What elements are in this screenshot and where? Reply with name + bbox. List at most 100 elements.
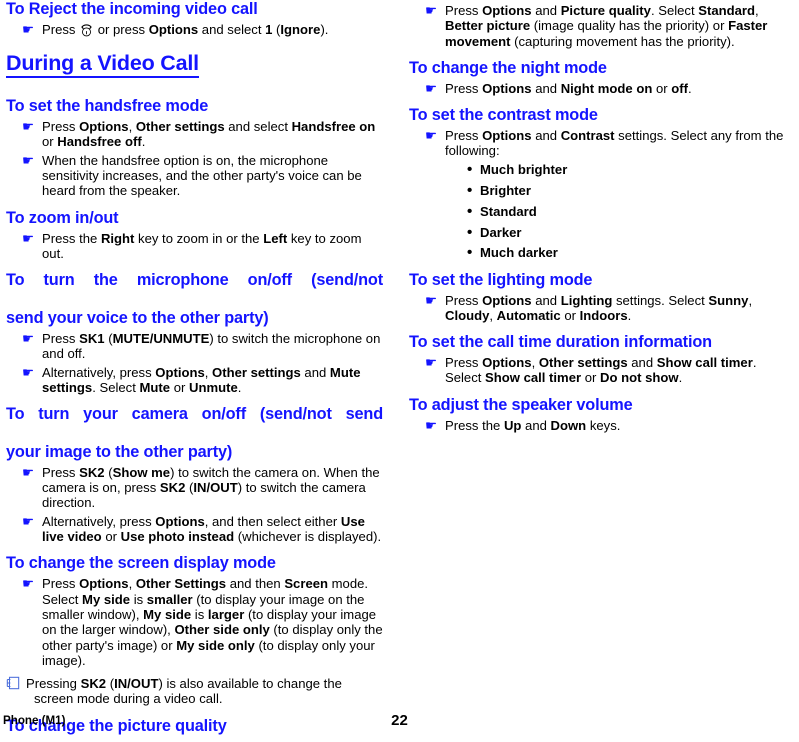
list-item: ☛ Alternatively, press Options, Other se…	[6, 365, 383, 396]
steps-night-mode: ☛ Press Options and Night mode on or off…	[409, 80, 787, 97]
step-text: Press SK2 (Show me) to switch the camera…	[42, 464, 380, 511]
hand-bullet-icon: ☛	[425, 355, 438, 372]
hand-bullet-icon: ☛	[22, 576, 35, 593]
manual-page: To Reject the incoming video call ☛ Pres…	[0, 0, 799, 742]
steps-picture-quality: ☛ Press Options and Picture quality. Sel…	[409, 3, 787, 49]
note-text: Pressing SK2 (IN/OUT) is also available …	[26, 676, 342, 692]
heading-set-lighting-mode: To set the lighting mode	[409, 270, 593, 289]
dot-bullet-icon: •	[467, 202, 473, 220]
list-item: • Much brighter	[467, 161, 787, 179]
option-label: Standard	[480, 203, 537, 219]
heading-line: your image to the other party)	[6, 442, 233, 461]
step-text: Press or press Options and select 1 (Ign…	[42, 21, 329, 37]
chapter-title-during-a-video-call: During a Video Call	[6, 51, 199, 79]
list-item: • Much darker	[467, 244, 787, 262]
heading-screen-display-mode: To change the screen display mode	[6, 554, 276, 573]
hand-bullet-icon: ☛	[425, 3, 438, 19]
option-label: Darker	[480, 224, 522, 240]
heading-camera-on-off: To turn your camera on/off (send/not sen…	[6, 405, 383, 462]
list-item: ☛ When the handsfree option is on, the m…	[6, 153, 383, 199]
steps-microphone: ☛ Press SK1 (MUTE/UNMUTE) to switch the …	[6, 331, 383, 395]
option-label: Brighter	[480, 182, 531, 198]
steps-call-time: ☛ Press Options, Other settings and Show…	[409, 355, 787, 386]
note-icon	[6, 676, 20, 690]
dot-bullet-icon: •	[467, 244, 473, 262]
hand-bullet-icon: ☛	[425, 417, 438, 434]
list-item: ☛ Press SK1 (MUTE/UNMUTE) to switch the …	[6, 331, 383, 362]
option-label: Much brighter	[480, 162, 568, 178]
list-item: ☛ Press or press Options and select 1 (I…	[6, 21, 383, 38]
heading-set-handsfree-mode: To set the handsfree mode	[6, 97, 209, 116]
heading-change-night-mode: To change the night mode	[409, 58, 607, 77]
hand-bullet-icon: ☛	[425, 128, 438, 145]
steps-screen-display: ☛ Press Options, Other Settings and then…	[6, 576, 383, 668]
heading-line: send your voice to the other party)	[6, 309, 269, 328]
list-item: ☛ Press Options, Other settings and sele…	[6, 119, 383, 150]
hand-bullet-icon: ☛	[22, 152, 35, 169]
step-text: Press Options, Other Settings and then S…	[42, 576, 383, 668]
hand-bullet-icon: ☛	[22, 119, 35, 136]
step-text: Press Options, Other settings and select…	[42, 119, 376, 150]
steps-lighting: ☛ Press Options and Lighting settings. S…	[409, 293, 787, 324]
step-text: When the handsfree option is on, the mic…	[42, 152, 362, 199]
right-column: ☛ Press Options and Picture quality. Sel…	[391, 0, 787, 700]
steps-handsfree: ☛ Press Options, Other settings and sele…	[6, 119, 383, 199]
hand-bullet-icon: ☛	[22, 513, 35, 530]
list-item: ☛ Press Options and Picture quality. Sel…	[409, 3, 787, 49]
step-text: Press the Up and Down keys.	[445, 417, 621, 433]
list-item: ☛ Press Options, Other Settings and then…	[6, 576, 383, 668]
hand-bullet-icon: ☛	[22, 21, 35, 38]
hand-bullet-icon: ☛	[22, 330, 35, 347]
list-item: • Standard	[467, 202, 787, 220]
step-text: Alternatively, press Options, Other sett…	[42, 364, 361, 395]
dot-bullet-icon: •	[467, 161, 473, 179]
heading-line: To turn the microphone on/off (send/not	[6, 271, 383, 290]
heading-call-time-duration: To set the call time duration informatio…	[409, 333, 712, 352]
chapter-heading-wrap: During a Video Call	[6, 38, 383, 87]
step-text: Press Options and Picture quality. Selec…	[445, 3, 768, 49]
step-text: Press Options and Lighting settings. Sel…	[445, 292, 753, 323]
dot-bullet-icon: •	[467, 223, 473, 241]
hand-bullet-icon: ☛	[22, 230, 35, 247]
list-item: ☛ Alternatively, press Options, and then…	[6, 514, 383, 545]
step-text: Press Options, Other settings and Show c…	[445, 355, 757, 386]
contrast-options-list: • Much brighter • Brighter • Standard • …	[445, 161, 787, 262]
hand-bullet-icon: ☛	[22, 364, 35, 381]
list-item: ☛ Press SK2 (Show me) to switch the came…	[6, 465, 383, 511]
list-item: • Brighter	[467, 181, 787, 199]
left-column: To Reject the incoming video call ☛ Pres…	[6, 0, 391, 735]
steps-speaker-volume: ☛ Press the Up and Down keys.	[409, 417, 787, 434]
hand-bullet-icon: ☛	[22, 464, 35, 481]
step-text: Press SK1 (MUTE/UNMUTE) to switch the mi…	[42, 330, 381, 362]
note-text-line2: screen mode during a video call.	[34, 691, 223, 707]
hand-bullet-icon: ☛	[425, 292, 438, 309]
page-footer: Phone (M1) 22	[0, 712, 799, 734]
heading-line: To turn your camera on/off (send/not sen…	[6, 405, 383, 424]
list-item: ☛ Press the Up and Down keys.	[409, 417, 787, 434]
steps-reject-video-call: ☛ Press or press Options and select 1 (I…	[6, 21, 383, 38]
heading-zoom-in-out: To zoom in/out	[6, 208, 119, 227]
list-item: ☛ Press the Right key to zoom in or the …	[6, 231, 383, 262]
note-screen-mode: Pressing SK2 (IN/OUT) is also available …	[6, 676, 383, 707]
steps-camera: ☛ Press SK2 (Show me) to switch the came…	[6, 465, 383, 545]
list-item: ☛ Press Options and Night mode on or off…	[409, 80, 787, 97]
list-item: ☛ Press Options and Lighting settings. S…	[409, 293, 787, 324]
dot-bullet-icon: •	[467, 181, 473, 199]
steps-contrast: ☛ Press Options and Contrast settings. S…	[409, 128, 787, 261]
step-text: Press Options and Night mode on or off.	[445, 80, 692, 96]
two-column-body: To Reject the incoming video call ☛ Pres…	[0, 0, 799, 735]
list-item: ☛ Press Options and Contrast settings. S…	[409, 128, 787, 261]
list-item: ☛ Press Options, Other settings and Show…	[409, 355, 787, 386]
heading-microphone-on-off: To turn the microphone on/off (send/not …	[6, 271, 383, 328]
option-label: Much darker	[480, 245, 558, 261]
step-text: Alternatively, press Options, and then s…	[42, 513, 382, 545]
heading-reject-video-call: To Reject the incoming video call	[6, 0, 258, 18]
footer-page-number: 22	[391, 712, 408, 729]
heading-set-contrast-mode: To set the contrast mode	[409, 106, 598, 125]
steps-zoom: ☛ Press the Right key to zoom in or the …	[6, 231, 383, 262]
list-item: • Darker	[467, 223, 787, 241]
heading-adjust-speaker-volume: To adjust the speaker volume	[409, 395, 633, 414]
step-text: Press Options and Contrast settings. Sel…	[445, 128, 784, 159]
step-text: Press the Right key to zoom in or the Le…	[42, 230, 362, 261]
hand-bullet-icon: ☛	[425, 80, 438, 97]
